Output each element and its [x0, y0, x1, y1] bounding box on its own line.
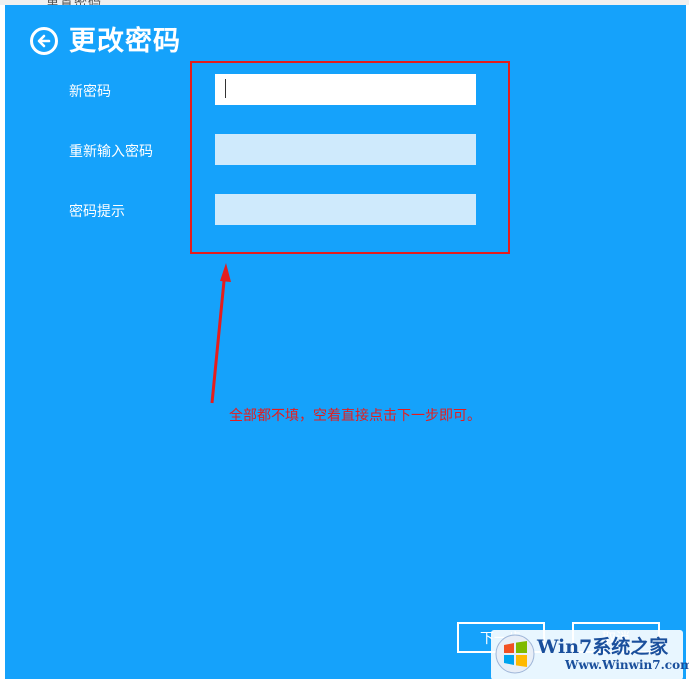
- password-hint-label: 密码提示: [69, 204, 125, 220]
- annotation-highlight-box: [190, 61, 510, 254]
- annotation-arrow: [210, 263, 231, 404]
- back-arrow-icon: [37, 34, 51, 48]
- confirm-password-label: 重新输入密码: [69, 144, 153, 160]
- change-password-dialog: 更改密码 新密码 重新输入密码 密码提示 全部都不填，空着直接点击下一步即可。 …: [5, 5, 686, 679]
- site-watermark: Win7系统之家 Www.Winwin7.com: [491, 630, 689, 680]
- watermark-url: Www.Winwin7.com: [565, 658, 689, 672]
- windows-logo-icon: [495, 634, 535, 674]
- new-password-label: 新密码: [69, 84, 111, 100]
- watermark-brand: Win7系统之家: [537, 636, 669, 658]
- page-title: 更改密码: [69, 26, 181, 57]
- back-button[interactable]: [30, 27, 58, 55]
- annotation-text: 全部都不填，空着直接点击下一步即可。: [229, 408, 481, 424]
